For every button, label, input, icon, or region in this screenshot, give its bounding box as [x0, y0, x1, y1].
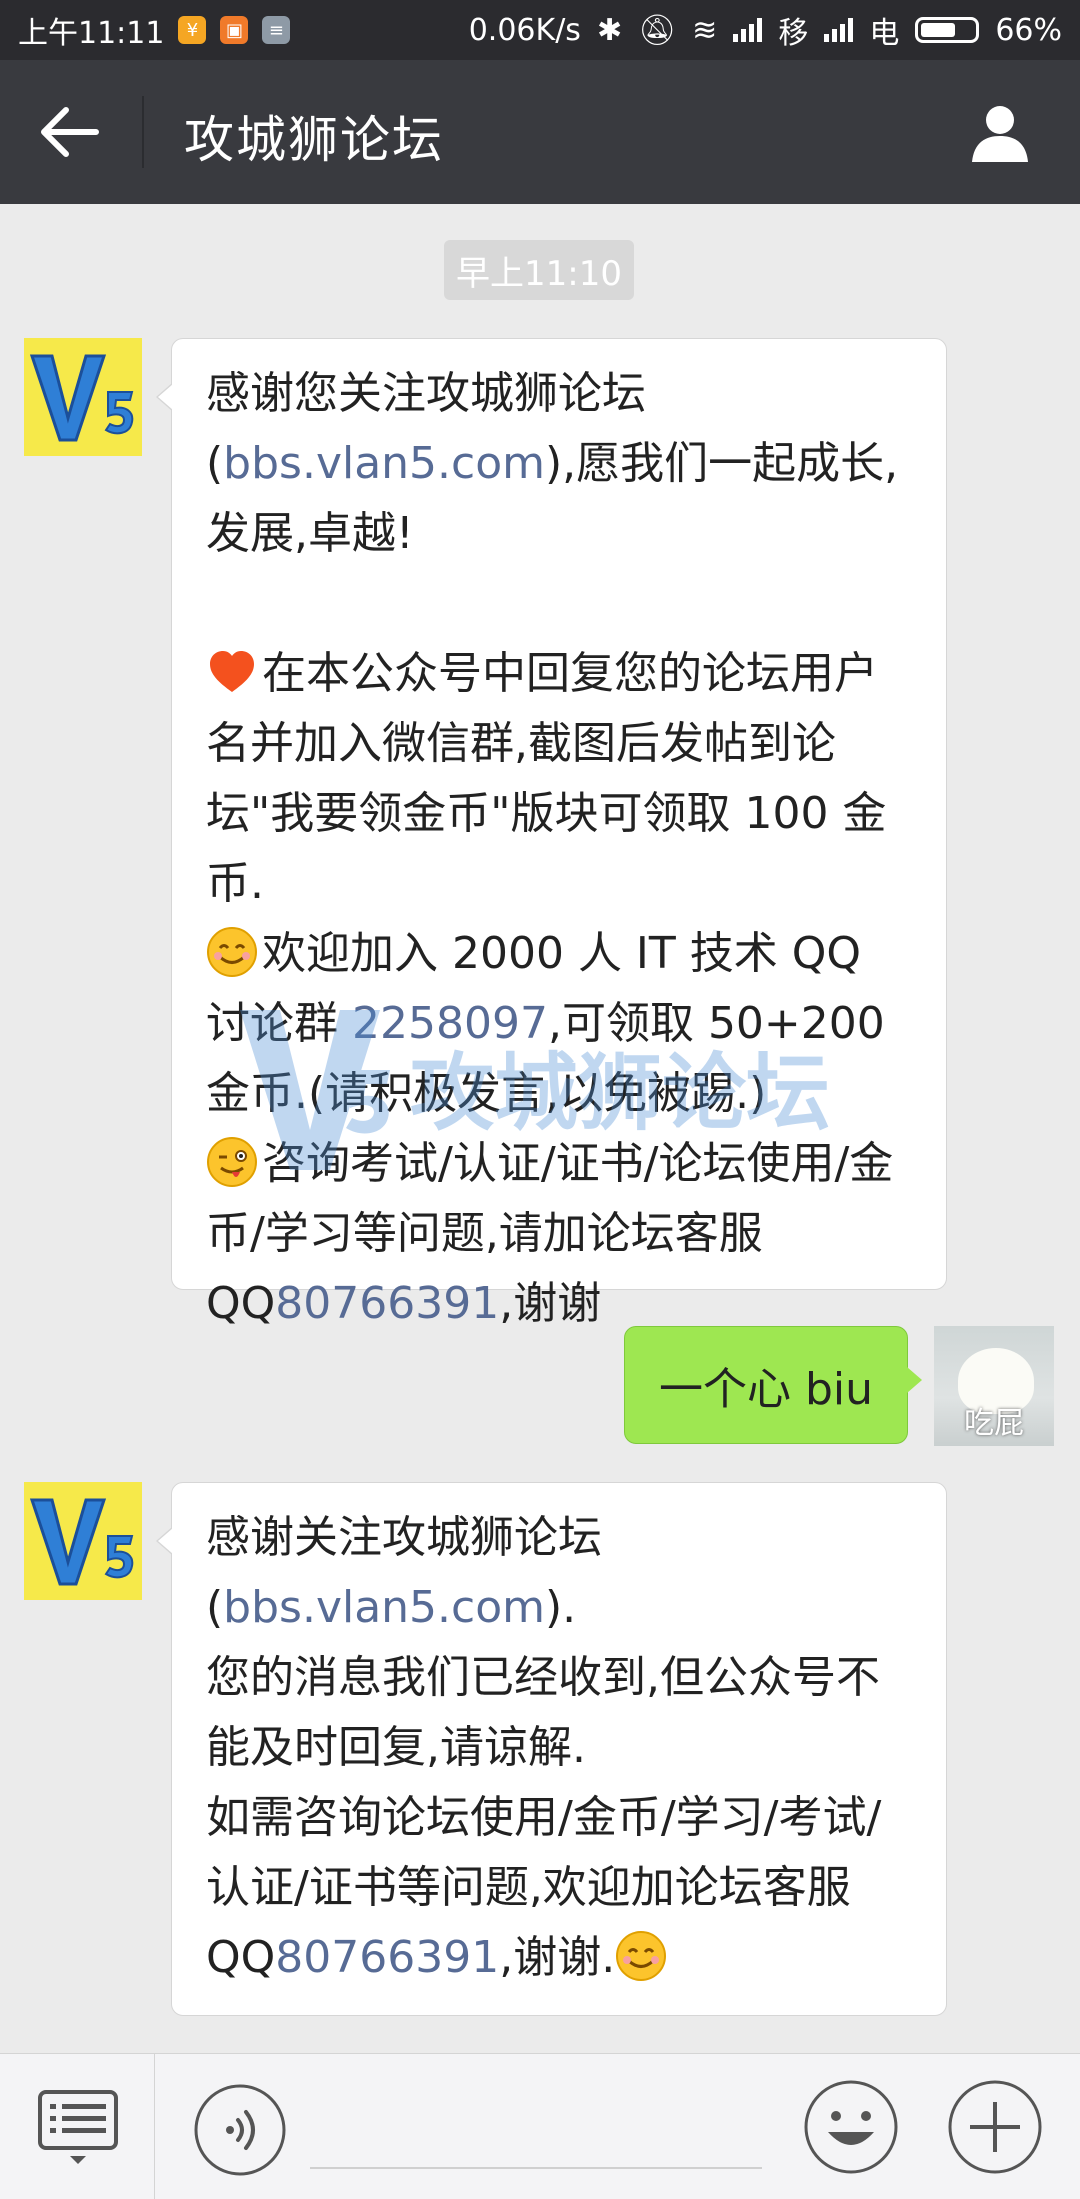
input-toolbar [0, 2053, 1080, 2199]
message-bubble: 感谢关注攻城狮论坛(bbs.vlan5.com). 您的消息我们已经收到,但公众… [156, 1482, 947, 2016]
forum-link[interactable]: bbs.vlan5.com [223, 1582, 545, 1633]
message-text: ,谢谢. [499, 1932, 616, 1983]
wifi-icon: ≋ [692, 12, 718, 48]
more-button[interactable] [946, 2078, 1044, 2176]
net-speed: 0.06K/s [468, 12, 581, 48]
profile-button[interactable] [968, 100, 1032, 164]
message-text: 您的消息我们已经收到,但公众号不能及时回复,请谅解. [206, 1652, 880, 1773]
v5-logo-icon [24, 1482, 142, 1600]
qq-service-link[interactable]: 80766391 [275, 1932, 499, 1983]
back-arrow-icon [41, 107, 99, 157]
battery-percent: 66% [995, 12, 1062, 48]
message-timestamp: 早上11:10 [444, 240, 634, 300]
page-title: 攻城狮论坛 [184, 111, 444, 169]
voice-icon [194, 2084, 286, 2176]
status-time: 上午11:11 [18, 16, 165, 51]
carrier-label: 电 [869, 16, 900, 51]
smile-emoji-icon [616, 1931, 667, 1981]
forum-link[interactable]: bbs.vlan5.com [223, 438, 545, 489]
signal-icon [824, 18, 854, 42]
signal-icon [733, 18, 763, 42]
emoji-button[interactable] [802, 2078, 900, 2176]
mute-icon: 🔕︎ [638, 12, 677, 48]
menu-toggle-button[interactable] [36, 2084, 120, 2168]
qq-service-link[interactable]: 80766391 [275, 1278, 499, 1329]
user-message-bubble: 一个心 biu [624, 1326, 922, 1444]
app-notification-icon: ≡ [262, 16, 291, 44]
avatar-caption: 吃屁 [964, 1406, 1024, 1441]
user-avatar[interactable]: 吃屁 [934, 1326, 1054, 1446]
emoji-face-icon [804, 2080, 898, 2174]
back-button[interactable] [36, 104, 106, 160]
v5-logo-icon [24, 338, 142, 456]
official-account-avatar[interactable] [24, 338, 142, 456]
message-bubble: 感谢您关注攻城狮论坛(bbs.vlan5.com),愿我们一起成长,发展,卓越!… [156, 338, 947, 1329]
message-text: ). [545, 1582, 577, 1633]
title-bar: 攻城狮论坛 [0, 60, 1080, 204]
toolbar-divider [154, 2054, 155, 2199]
carrier-label: 移 [778, 16, 809, 51]
voice-button[interactable] [192, 2082, 288, 2178]
title-divider [142, 96, 144, 168]
plus-icon [948, 2080, 1042, 2174]
status-bar: 上午11:11 ¥ ▣ ≡ 0.06K/s ✱ 🔕︎ ≋ 移 电 66% [0, 0, 1080, 60]
battery-icon [915, 17, 980, 43]
qq-group-link[interactable]: 2258097 [352, 998, 548, 1049]
heart-emoji-icon [210, 651, 254, 692]
person-icon [972, 106, 1028, 162]
keyboard-menu-icon [38, 2090, 118, 2164]
smile-emoji-icon [207, 927, 257, 977]
message-text: ,谢谢 [499, 1278, 602, 1329]
app-notification-icon: ¥ [178, 16, 207, 44]
bluetooth-icon: ✱ [596, 12, 623, 48]
message-text: 在本公众号中回复您的论坛用户名并加入微信群,截图后发帖到论坛"我要领金币"版块可… [206, 648, 887, 909]
wink-emoji-icon [207, 1137, 257, 1187]
official-account-avatar[interactable] [24, 1482, 142, 1600]
app-notification-icon: ▣ [220, 16, 249, 44]
message-input[interactable] [310, 2167, 762, 2169]
message-text: 一个心 biu [658, 1364, 874, 1415]
